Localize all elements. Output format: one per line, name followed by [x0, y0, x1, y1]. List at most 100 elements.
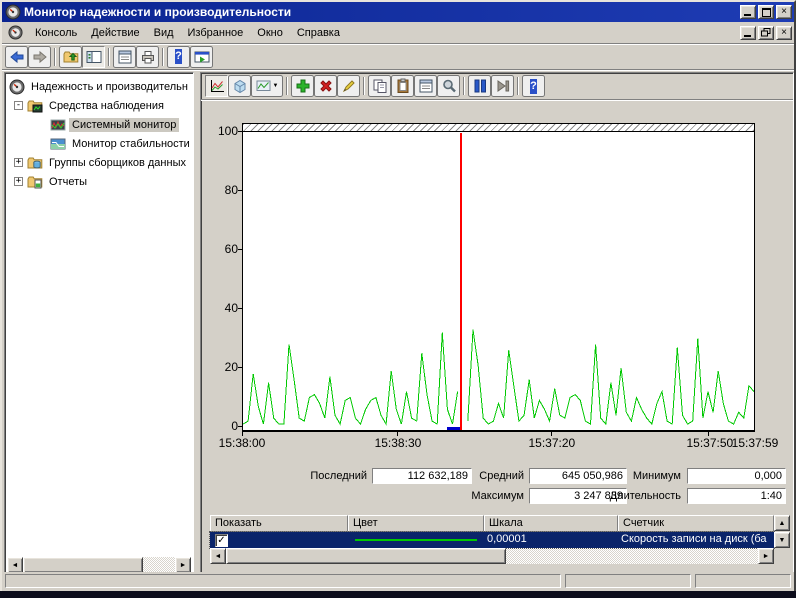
up-one-level-button[interactable]	[59, 46, 82, 68]
dropdown-chevron-icon: ▼	[273, 83, 279, 89]
menu-bar: Консоль Действие Вид Избранное Окно Спра…	[2, 22, 794, 44]
minimize-button[interactable]	[740, 5, 756, 19]
add-counter-button[interactable]	[291, 75, 314, 97]
view-current-activity-button[interactable]	[205, 75, 228, 97]
tree-item-monitoring-tools[interactable]: - Средства наблюдения	[7, 96, 191, 115]
close-button[interactable]: ×	[776, 5, 792, 19]
scroll-up-icon[interactable]: ▲	[774, 515, 790, 531]
color-cell	[348, 532, 484, 548]
gauge-icon	[5, 4, 21, 20]
collapse-icon[interactable]: -	[14, 101, 23, 110]
scroll-right-icon[interactable]: ►	[758, 548, 774, 564]
scrollbar-thumb[interactable]	[226, 548, 506, 564]
maximize-button[interactable]	[758, 5, 774, 19]
delete-counter-button[interactable]	[314, 75, 337, 97]
expand-icon[interactable]: +	[14, 158, 23, 167]
scroll-left-icon[interactable]: ◄	[210, 548, 226, 564]
print-button[interactable]	[136, 46, 159, 68]
table-horizontal-scrollbar[interactable]: ◄ ►	[210, 548, 774, 564]
x-axis: 15:38:00 15:38:30 15:37:20 15:37:50 15:3…	[242, 436, 755, 450]
y-tick-mark	[238, 367, 242, 368]
scrollbar-track[interactable]	[143, 557, 175, 573]
folder-monitor-icon	[27, 98, 43, 114]
scroll-down-icon[interactable]: ▼	[774, 532, 790, 548]
help-button[interactable]: ?	[167, 46, 190, 68]
show-cell: ✓	[210, 532, 348, 548]
column-header-counter[interactable]: Счетчик	[618, 515, 774, 532]
magnifier-icon	[441, 78, 457, 94]
tree-item-label: Отчеты	[46, 175, 90, 189]
toolbar-separator	[54, 48, 56, 66]
counter-row[interactable]: ✓ 0,00001 Скорость записи на диск (ба	[210, 532, 774, 548]
y-tick-label: 20	[225, 360, 238, 374]
view-log-data-button[interactable]	[228, 75, 251, 97]
duration-label: Длительность	[596, 488, 681, 504]
tree-horizontal-scrollbar[interactable]: ◄ ►	[7, 557, 191, 573]
tree-item-reports[interactable]: + Отчеты	[7, 172, 191, 191]
chart-properties-button[interactable]	[414, 75, 437, 97]
toolbar-separator	[463, 77, 465, 95]
time-bar-segment	[447, 427, 460, 430]
scrollbar-thumb[interactable]	[23, 557, 143, 573]
toolbar-separator	[162, 48, 164, 66]
tree: Надежность и производительн - Средства н…	[7, 77, 191, 191]
column-header-color[interactable]: Цвет	[348, 515, 484, 532]
update-data-button[interactable]	[491, 75, 514, 97]
chart-help-button[interactable]: ?	[522, 75, 545, 97]
y-tick-mark	[238, 426, 242, 427]
menu-favorites[interactable]: Избранное	[181, 25, 251, 41]
y-axis: 100 80 60 40 20 0	[202, 102, 238, 442]
highlight-button[interactable]	[337, 75, 360, 97]
show-hide-tree-button[interactable]	[82, 46, 105, 68]
paste-counter-list-button[interactable]	[391, 75, 414, 97]
change-graph-type-button[interactable]: ▼	[251, 75, 283, 97]
help-icon: ?	[175, 49, 182, 64]
monitor-content: 100 80 60 40 20 0 15:38:00	[202, 102, 792, 574]
y-tick-label: 60	[225, 242, 238, 256]
freeze-display-button[interactable]	[468, 75, 491, 97]
chart-line-svg	[243, 124, 754, 430]
menu-view[interactable]: Вид	[147, 25, 181, 41]
expand-icon[interactable]: +	[14, 177, 23, 186]
x-tick-label: 15:38:30	[375, 436, 422, 450]
tree-item-stability-monitor[interactable]: Монитор стабильности с	[7, 134, 191, 153]
zoom-button[interactable]	[437, 75, 460, 97]
properties-button[interactable]	[113, 46, 136, 68]
child-restore-button[interactable]	[758, 26, 774, 40]
folder-data-icon	[27, 155, 43, 171]
menu-action[interactable]: Действие	[84, 25, 146, 41]
menu-help[interactable]: Справка	[290, 25, 347, 41]
menu-console[interactable]: Консоль	[28, 25, 84, 41]
duration-value: 1:40	[687, 488, 786, 504]
new-window-button[interactable]	[190, 46, 213, 68]
counter-table-header: Показать Цвет Шкала Счетчик ▲	[210, 515, 790, 532]
chart-toolbar: ▼ ?	[201, 73, 793, 100]
scroll-right-icon[interactable]: ►	[175, 557, 191, 573]
menu-window[interactable]: Окно	[250, 25, 290, 41]
show-checkbox[interactable]: ✓	[215, 534, 228, 547]
color-sample	[355, 539, 477, 541]
column-header-scale[interactable]: Шкала	[484, 515, 618, 532]
y-tick-label: 40	[225, 301, 238, 315]
properties-icon	[418, 78, 434, 94]
tree-item-system-monitor[interactable]: Системный монитор	[7, 115, 191, 134]
forward-button[interactable]	[28, 46, 51, 68]
title-bar: Монитор надежности и производительности …	[2, 2, 794, 22]
back-button[interactable]	[5, 46, 28, 68]
tree-item-data-collector-sets[interactable]: + Группы сборщиков данных	[7, 153, 191, 172]
scrollbar-track[interactable]	[506, 548, 758, 564]
forward-arrow-icon	[32, 49, 48, 65]
tree-item-root[interactable]: Надежность и производительн	[7, 77, 191, 96]
console-tree-icon	[86, 49, 102, 65]
child-minimize-button[interactable]	[740, 26, 756, 40]
child-close-button[interactable]: ×	[776, 26, 792, 40]
main-toolbar: ?	[2, 44, 794, 70]
counter-cell: Скорость записи на диск (ба	[618, 532, 774, 548]
graph-type-icon	[256, 78, 272, 94]
counter-table: Показать Цвет Шкала Счетчик ▲ ✓	[210, 515, 790, 564]
column-header-show[interactable]: Показать	[210, 515, 348, 532]
copy-properties-button[interactable]	[368, 75, 391, 97]
console-tree-panel: Надежность и производительн - Средства н…	[4, 72, 194, 576]
tree-item-label: Монитор стабильности с	[69, 137, 191, 151]
scroll-left-icon[interactable]: ◄	[7, 557, 23, 573]
